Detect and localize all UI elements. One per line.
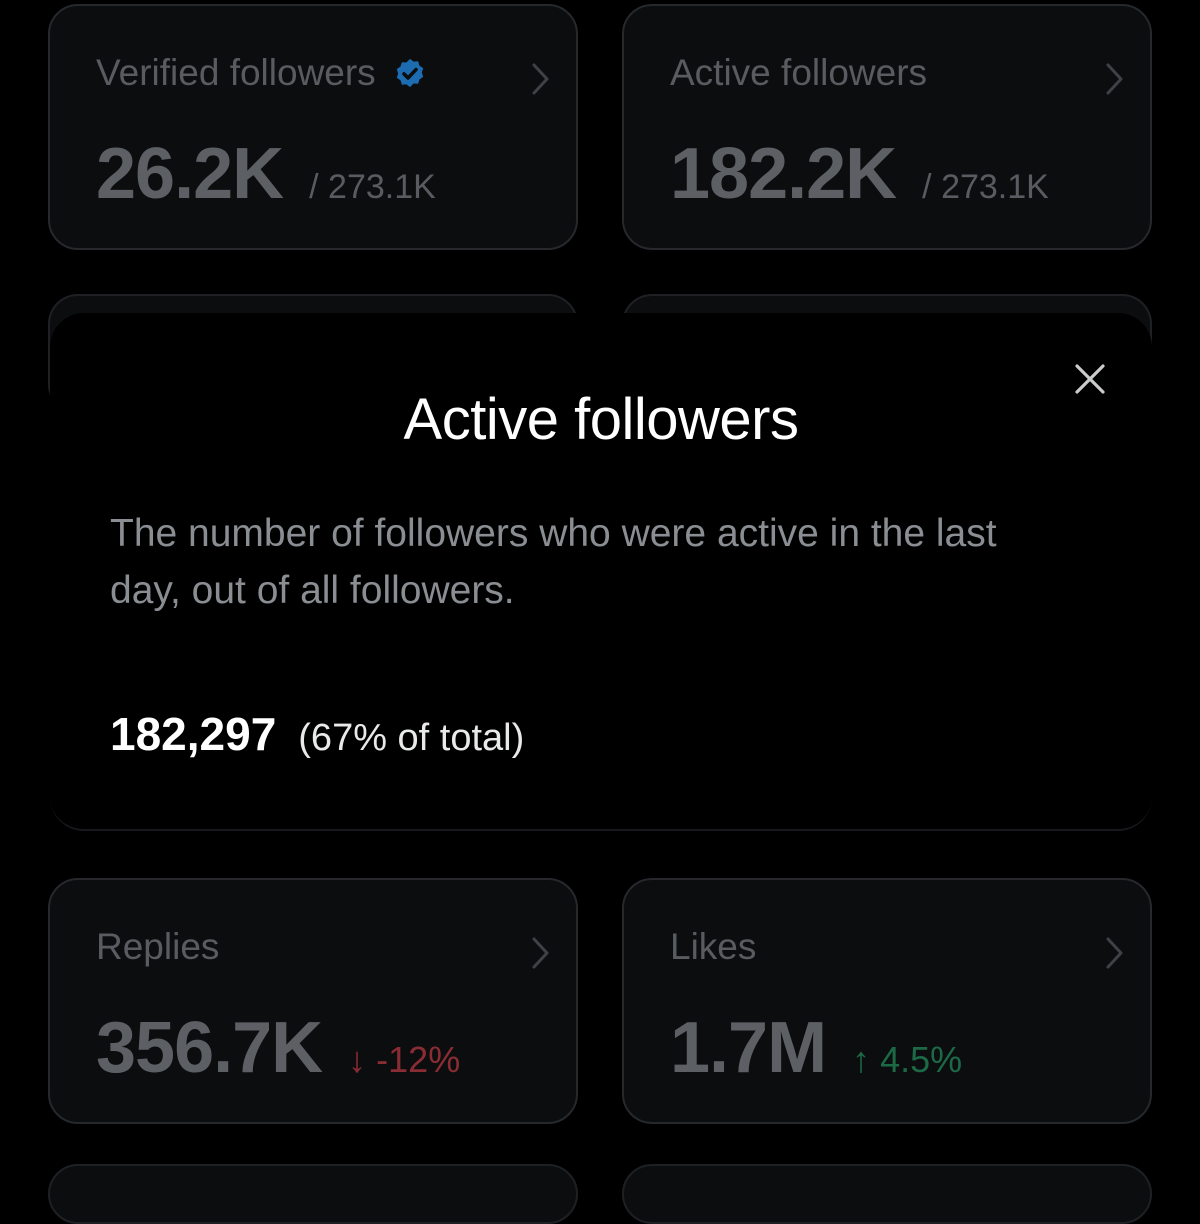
- modal-stat-row: 182,297 (67% of total): [110, 711, 524, 757]
- next-card-left: [48, 1164, 578, 1224]
- modal-stat-value: 182,297: [110, 708, 277, 760]
- active-followers-card[interactable]: Active followers 182.2K / 273.1K: [622, 4, 1152, 250]
- active-followers-value-row: 182.2K / 273.1K: [670, 138, 1049, 210]
- replies-delta: ↓ -12%: [348, 1039, 461, 1080]
- active-followers-value: 182.2K: [670, 134, 897, 214]
- likes-delta: ↑ 4.5%: [852, 1039, 963, 1080]
- active-followers-title: Active followers: [670, 52, 928, 93]
- verified-followers-card[interactable]: Verified followers 26.2K / 273.1K: [48, 4, 578, 250]
- likes-card[interactable]: Likes 1.7M ↑ 4.5%: [622, 878, 1152, 1124]
- chevron-right-icon[interactable]: [528, 59, 554, 99]
- chevron-right-icon[interactable]: [1102, 933, 1128, 973]
- active-followers-modal: Active followers The number of followers…: [50, 313, 1152, 831]
- chevron-right-icon[interactable]: [528, 933, 554, 973]
- likes-title: Likes: [670, 926, 757, 967]
- verified-followers-value: 26.2K: [96, 134, 284, 214]
- active-followers-title-row: Active followers: [670, 54, 927, 91]
- verified-badge-icon: [396, 58, 423, 87]
- verified-followers-title: Verified followers: [96, 52, 376, 93]
- modal-description: The number of followers who were active …: [110, 512, 997, 612]
- replies-value: 356.7K: [96, 1008, 323, 1088]
- verified-followers-total: / 273.1K: [309, 168, 436, 206]
- verified-followers-title-row: Verified followers: [96, 54, 428, 91]
- verified-followers-value-row: 26.2K / 273.1K: [96, 138, 436, 210]
- replies-title: Replies: [96, 926, 220, 967]
- replies-title-row: Replies: [96, 928, 219, 965]
- replies-value-row: 356.7K ↓ -12%: [96, 1012, 460, 1084]
- next-card-right: [622, 1164, 1152, 1224]
- modal-title: Active followers: [403, 387, 799, 452]
- chevron-right-icon[interactable]: [1102, 59, 1128, 99]
- likes-title-row: Likes: [670, 928, 756, 965]
- modal-stat-percent: (67% of total): [298, 717, 525, 759]
- replies-card[interactable]: Replies 356.7K ↓ -12%: [48, 878, 578, 1124]
- likes-value: 1.7M: [670, 1008, 827, 1088]
- likes-value-row: 1.7M ↑ 4.5%: [670, 1012, 962, 1084]
- active-followers-total: / 273.1K: [922, 168, 1049, 206]
